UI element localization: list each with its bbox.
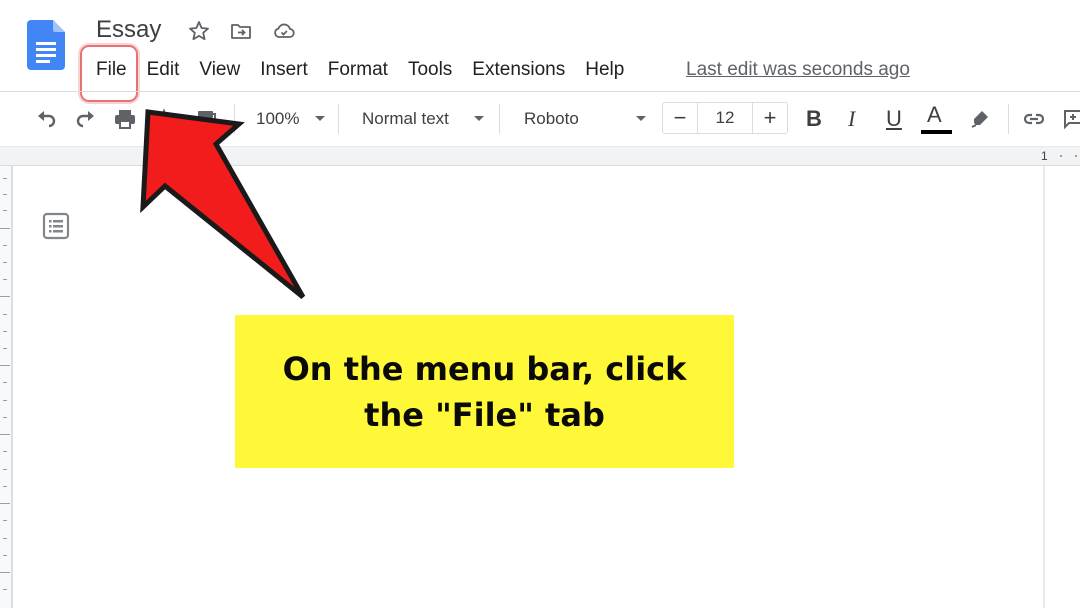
- menu-edit[interactable]: Edit: [137, 56, 190, 84]
- toolbar-separator: [1008, 104, 1009, 134]
- vertical-ruler[interactable]: [0, 166, 13, 608]
- ruler-tick: [3, 331, 7, 332]
- toolbar-separator: [338, 104, 339, 134]
- ruler-tick: [3, 279, 7, 280]
- underline-button[interactable]: U: [886, 106, 902, 132]
- print-icon[interactable]: [112, 106, 138, 132]
- ruler-tick: [3, 520, 7, 521]
- text-color-swatch: [921, 130, 952, 134]
- instruction-text: On the menu bar, click the "File" tab: [282, 349, 687, 434]
- ruler-tick: [3, 400, 7, 401]
- ruler-tick: [0, 434, 10, 435]
- ruler-tick: [3, 451, 7, 452]
- instruction-callout: On the menu bar, click the "File" tab: [235, 315, 734, 468]
- ruler-tick: [1060, 155, 1062, 157]
- spellcheck-icon[interactable]: [153, 106, 179, 132]
- ruler-tick: [0, 572, 10, 573]
- ruler-tick: [0, 228, 10, 229]
- menu-tools[interactable]: Tools: [398, 56, 462, 84]
- page-right-edge: [1043, 166, 1045, 608]
- paragraph-style-select[interactable]: Normal text: [362, 108, 449, 130]
- menu-help[interactable]: Help: [575, 56, 634, 84]
- ruler-tick: [3, 348, 7, 349]
- highlight-icon[interactable]: [967, 106, 993, 132]
- document-outline-icon[interactable]: [42, 212, 70, 240]
- ruler-tick: [3, 245, 7, 246]
- font-size-stepper: − 12 +: [662, 102, 788, 134]
- cloud-saved-icon[interactable]: [272, 19, 296, 43]
- menu-extensions[interactable]: Extensions: [462, 56, 575, 84]
- italic-button[interactable]: I: [848, 106, 855, 132]
- paint-format-icon[interactable]: [193, 106, 219, 132]
- ruler-tick: [3, 194, 7, 195]
- ruler-tick: [3, 589, 7, 590]
- ruler-tick: [3, 382, 7, 383]
- text-color-button[interactable]: A: [927, 102, 942, 128]
- document-title[interactable]: Essay: [96, 16, 161, 44]
- ruler-tick: [3, 178, 7, 179]
- decrease-font-size-button[interactable]: −: [663, 103, 697, 133]
- folder-move-icon[interactable]: [229, 19, 253, 43]
- redo-icon[interactable]: [73, 106, 99, 132]
- ruler-tick: [0, 296, 10, 297]
- font-dropdown-caret-icon[interactable]: [636, 116, 646, 121]
- font-select[interactable]: Roboto: [524, 108, 579, 130]
- zoom-select[interactable]: 100%: [256, 108, 299, 130]
- star-icon[interactable]: [187, 19, 211, 43]
- last-edit-link[interactable]: Last edit was seconds ago: [686, 58, 910, 82]
- toolbar: 100% Normal text Roboto − 12 + B I U A: [0, 92, 1080, 146]
- toolbar-separator: [499, 104, 500, 134]
- ruler-tick: [3, 314, 7, 315]
- ruler-tick: [3, 555, 7, 556]
- zoom-dropdown-caret-icon[interactable]: [315, 116, 325, 121]
- ruler-tick: [1075, 155, 1077, 157]
- menu-file[interactable]: File: [86, 56, 137, 84]
- toolbar-separator: [234, 104, 235, 134]
- horizontal-ruler[interactable]: 1: [0, 146, 1080, 166]
- undo-icon[interactable]: [33, 106, 59, 132]
- ruler-tick: [3, 469, 7, 470]
- link-icon[interactable]: [1021, 106, 1047, 132]
- ruler-tick: [3, 262, 7, 263]
- menu-view[interactable]: View: [189, 56, 250, 84]
- menu-bar: File Edit View Insert Format Tools Exten…: [86, 56, 634, 84]
- ruler-tick: [3, 210, 7, 211]
- ruler-marker: 1: [1041, 149, 1048, 163]
- menu-format[interactable]: Format: [318, 56, 398, 84]
- menu-insert[interactable]: Insert: [250, 56, 318, 84]
- style-dropdown-caret-icon[interactable]: [474, 116, 484, 121]
- bold-button[interactable]: B: [806, 106, 822, 132]
- font-size-input[interactable]: 12: [697, 103, 753, 133]
- ruler-tick: [0, 365, 10, 366]
- ruler-tick: [3, 538, 7, 539]
- increase-font-size-button[interactable]: +: [753, 103, 787, 133]
- ruler-tick: [3, 417, 7, 418]
- ruler-tick: [3, 486, 7, 487]
- docs-logo-icon[interactable]: [27, 20, 65, 70]
- ruler-tick: [0, 503, 10, 504]
- add-comment-icon[interactable]: [1060, 106, 1080, 132]
